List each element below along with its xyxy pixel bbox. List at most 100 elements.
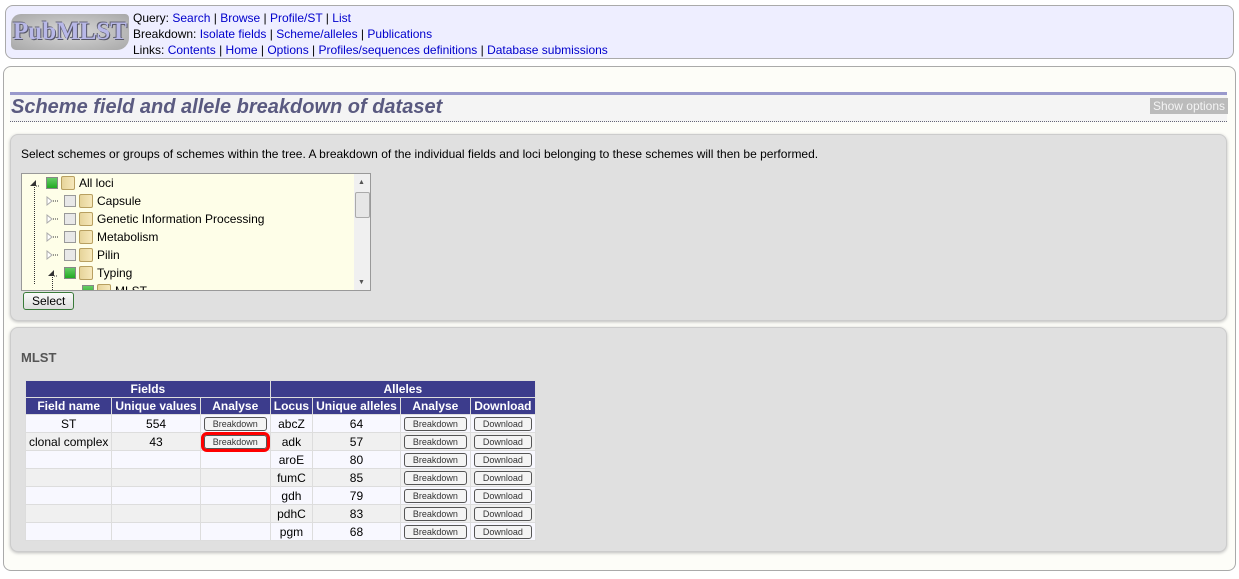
tree-node[interactable]: Typing — [46, 264, 132, 282]
checkbox[interactable] — [64, 267, 76, 279]
link-publications[interactable]: Publications — [367, 27, 432, 41]
select-button[interactable]: Select — [23, 292, 75, 310]
empty-cell — [199, 450, 271, 469]
checkbox[interactable] — [64, 195, 76, 207]
unique-values: 554 — [111, 414, 201, 433]
table-row: pdhC 83 Breakdown Download — [24, 504, 536, 523]
allele-download-button[interactable]: Download — [473, 471, 532, 485]
folder-icon — [97, 284, 111, 290]
field-breakdown-button[interactable]: Breakdown — [203, 417, 267, 431]
tree-node-label[interactable]: MLST — [115, 284, 147, 290]
empty-cell — [111, 468, 201, 487]
field-breakdown-button[interactable]: Breakdown — [200, 432, 270, 452]
scroll-thumb[interactable] — [355, 192, 370, 218]
field-name: clonal complex — [24, 432, 113, 451]
allele-download-button[interactable]: Download — [473, 417, 532, 431]
link-list[interactable]: List — [332, 11, 351, 25]
folder-icon — [79, 212, 93, 226]
folder-icon — [79, 248, 93, 262]
table-row: aroE 80 Breakdown Download — [24, 450, 536, 469]
page-title: Scheme field and allele breakdown of dat… — [11, 96, 443, 118]
allele-breakdown-button[interactable]: Breakdown — [403, 489, 467, 503]
table-row: ST 554 Breakdown abcZ 64 Breakdown Download — [24, 414, 536, 433]
tree-node-label[interactable]: Typing — [97, 266, 132, 280]
expand-arrow-icon[interactable] — [46, 249, 58, 261]
analyse-cell: Breakdown — [399, 432, 471, 451]
instructions: Select schemes or groups of schemes with… — [21, 147, 819, 161]
column-header: Field name — [24, 397, 113, 415]
tree-node-label[interactable]: Capsule — [97, 194, 141, 208]
query-links: Query: Search | Browse | Profile/ST | Li… — [133, 11, 351, 25]
locus: aroE — [269, 450, 314, 469]
link-scheme-alleles[interactable]: Scheme/alleles — [276, 27, 357, 41]
allele-download-button[interactable]: Download — [473, 525, 532, 539]
locus: pdhC — [269, 504, 314, 523]
breakdown-links: Breakdown: Isolate fields | Scheme/allel… — [133, 27, 433, 41]
allele-download-button[interactable]: Download — [473, 435, 532, 449]
scroll-down-icon[interactable]: ▼ — [358, 279, 365, 286]
column-header: Analyse — [399, 397, 471, 415]
analyse-cell: Breakdown — [399, 468, 471, 487]
tree-node-label[interactable]: Metabolism — [97, 230, 158, 244]
expand-arrow-icon[interactable] — [64, 285, 76, 290]
checkbox[interactable] — [64, 231, 76, 243]
link-search[interactable]: Search — [172, 11, 210, 25]
nav-links: Query: Search | Browse | Profile/ST | Li… — [133, 10, 608, 58]
tree-node-label[interactable]: Genetic Information Processing — [97, 212, 264, 226]
scheme-name: MLST — [21, 350, 57, 365]
allele-download-button[interactable]: Download — [473, 507, 532, 521]
breakdown-panel: MLST Fields Alleles Field name Unique valu… — [10, 327, 1227, 552]
table-row: fumC 85 Breakdown Download — [24, 468, 536, 487]
tree-node[interactable]: Genetic Information Processing — [46, 210, 264, 228]
tree-node-label[interactable]: Pilin — [97, 248, 120, 262]
expand-arrow-icon[interactable] — [46, 195, 58, 207]
unique-alleles: 83 — [312, 504, 401, 523]
link-isolate-fields[interactable]: Isolate fields — [200, 27, 267, 41]
tree-connector — [34, 184, 35, 284]
link-options[interactable]: Options — [267, 43, 308, 57]
allele-breakdown-button[interactable]: Breakdown — [403, 435, 467, 449]
empty-cell — [199, 522, 271, 541]
tree-connector — [52, 274, 53, 290]
tree-node[interactable]: MLST — [64, 282, 147, 290]
empty-cell — [111, 486, 201, 505]
link-home[interactable]: Home — [226, 43, 258, 57]
analyse-cell: Breakdown — [199, 414, 271, 433]
scheme-selection-panel: Select schemes or groups of schemes with… — [10, 134, 1227, 321]
scheme-tree[interactable]: ▲ ▼ All loci Capsule Genetic Information P… — [21, 173, 371, 291]
tree-scrollbar[interactable]: ▲ ▼ — [354, 174, 370, 290]
allele-download-button[interactable]: Download — [473, 453, 532, 467]
table-row: pgm 68 Breakdown Download — [24, 522, 536, 541]
link-browse[interactable]: Browse — [220, 11, 260, 25]
tree-node[interactable]: Metabolism — [46, 228, 158, 246]
table-row: clonal complex 43 Breakdown adk 57 Breakdown D… — [24, 432, 536, 452]
tree-node[interactable]: Pilin — [46, 246, 120, 264]
link-contents[interactable]: Contents — [168, 43, 216, 57]
tree-node-label[interactable]: All loci — [79, 176, 114, 190]
link-profiles-sequences-definitions[interactable]: Profiles/sequences definitions — [319, 43, 478, 57]
allele-download-button[interactable]: Download — [473, 489, 532, 503]
scroll-up-icon[interactable]: ▲ — [358, 179, 365, 186]
expand-arrow-icon[interactable] — [46, 231, 58, 243]
allele-breakdown-button[interactable]: Breakdown — [403, 453, 467, 467]
checkbox[interactable] — [46, 177, 58, 189]
allele-breakdown-button[interactable]: Breakdown — [403, 471, 467, 485]
field-name: ST — [24, 414, 113, 433]
show-options-button[interactable]: Show options — [1149, 98, 1228, 114]
empty-cell — [111, 522, 201, 541]
download-cell: Download — [469, 468, 536, 487]
download-cell: Download — [469, 414, 536, 433]
link-profile-st[interactable]: Profile/ST — [270, 11, 322, 25]
checkbox[interactable] — [64, 249, 76, 261]
checkbox[interactable] — [82, 285, 94, 290]
expand-arrow-icon[interactable] — [46, 213, 58, 225]
allele-breakdown-button[interactable]: Breakdown — [403, 507, 467, 521]
pubmlst-logo[interactable]: PubMLST — [11, 14, 129, 50]
allele-breakdown-button[interactable]: Breakdown — [403, 525, 467, 539]
analyse-cell: Breakdown — [399, 450, 471, 469]
tree-node[interactable]: Capsule — [46, 192, 141, 210]
tree-node[interactable]: All loci — [28, 174, 114, 192]
link-database-submissions[interactable]: Database submissions — [487, 43, 608, 57]
checkbox[interactable] — [64, 213, 76, 225]
allele-breakdown-button[interactable]: Breakdown — [403, 417, 467, 431]
